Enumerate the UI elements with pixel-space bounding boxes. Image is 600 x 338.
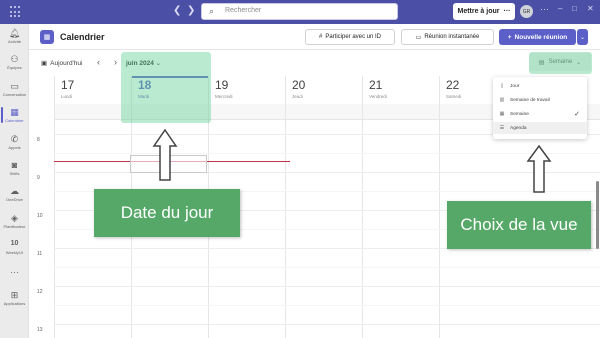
- calendar-toolbar: ▣ Aujourd'hui ‹ › juin 2024 ⌄ ▤ Semaine …: [29, 50, 600, 76]
- rail-item-activity[interactable]: 🔔︎ Activité: [0, 28, 29, 45]
- arrow-up-icon: [152, 128, 178, 181]
- today-button[interactable]: ▣ Aujourd'hui: [41, 59, 82, 68]
- half-hour-line: [54, 153, 600, 154]
- calendar-logo-icon: ▦: [40, 30, 54, 44]
- view-option-agenda[interactable]: ☰ Agenda: [493, 122, 587, 134]
- page-title: Calendrier: [60, 32, 105, 42]
- chevron-down-icon: ⌄: [579, 34, 586, 41]
- update-button[interactable]: Mettre à jour ···: [453, 3, 515, 20]
- hour-label: 9: [37, 175, 40, 181]
- app-rail: 🔔︎ Activité ⚇ Équipes ▭ Conversation ▦ C…: [0, 24, 29, 338]
- hour-label: 12: [37, 289, 43, 295]
- cloud-icon: ☁: [10, 186, 19, 196]
- rail-item-calls[interactable]: ✆ Appels: [0, 134, 29, 151]
- chat-icon: ▭: [10, 81, 19, 91]
- view-option-workweek[interactable]: ▥ Semaine de travail: [493, 94, 587, 106]
- half-hour-line: [54, 267, 600, 268]
- view-menu: ▯ Jour ▥ Semaine de travail ▦ Semaine ✓ …: [493, 77, 587, 139]
- forward-arrow-icon[interactable]: ❯: [187, 5, 195, 17]
- search-icon: ⌕: [209, 6, 215, 16]
- day-header[interactable]: 17 Lundi: [55, 76, 131, 104]
- avatar[interactable]: GR: [520, 5, 533, 18]
- phone-icon: ✆: [10, 134, 19, 144]
- update-more-icon: ···: [503, 8, 511, 15]
- maximize-icon[interactable]: □: [572, 4, 577, 13]
- day-icon: ▯: [500, 83, 504, 89]
- rail-item-apps[interactable]: ⊞ Applications: [0, 290, 29, 307]
- day-header[interactable]: 21 Vendredi: [363, 76, 439, 104]
- join-with-id-button[interactable]: # Participer avec un ID: [305, 29, 395, 45]
- new-meeting-button[interactable]: + Nouvelle réunion: [499, 29, 576, 45]
- today-highlight: [121, 52, 211, 123]
- checkmark-icon: ✓: [574, 111, 580, 118]
- hour-line: [54, 324, 600, 325]
- title-bar: ❮ ❯ ⌕ Rechercher Mettre à jour ··· GR ··…: [0, 0, 600, 24]
- plus-icon: +: [507, 33, 512, 41]
- day-header[interactable]: 19 Mercredi: [209, 76, 285, 104]
- instant-meeting-button[interactable]: ▭ Réunion instantanée: [401, 29, 494, 45]
- day-header[interactable]: 20 Jeudi: [286, 76, 362, 104]
- view-option-day[interactable]: ▯ Jour: [493, 80, 587, 92]
- rail-item-more[interactable]: ···: [0, 267, 29, 277]
- search-input[interactable]: ⌕ Rechercher: [201, 3, 398, 20]
- week-icon: ▦: [499, 111, 505, 117]
- day-column-thursday[interactable]: 20 Jeudi: [285, 76, 362, 338]
- view-annotation-label: Choix de la vue: [447, 201, 591, 249]
- rail-item-onedrive[interactable]: ☁ OneDrive: [0, 186, 29, 203]
- hash-icon: #: [318, 34, 323, 40]
- app-launcher-icon[interactable]: [10, 6, 22, 18]
- weekly10-icon: 10: [10, 240, 19, 247]
- more-options-icon[interactable]: ···: [540, 4, 549, 14]
- rail-item-chat[interactable]: ▭ Conversation: [0, 81, 29, 98]
- half-hour-line: [54, 305, 600, 306]
- video-icon: ▭: [415, 34, 422, 41]
- next-week-icon[interactable]: ›: [114, 57, 117, 67]
- new-meeting-dropdown[interactable]: ⌄: [577, 29, 588, 45]
- rail-item-teams[interactable]: ⚇ Équipes: [0, 54, 29, 71]
- hour-label: 11: [37, 251, 43, 257]
- hour-label: 10: [37, 213, 43, 219]
- workweek-icon: ▥: [499, 97, 505, 103]
- calendar-icon: ▦: [10, 107, 19, 117]
- apps-icon: ⊞: [10, 290, 19, 300]
- hour-label: 8: [37, 137, 40, 143]
- teams-icon: ⚇: [10, 54, 19, 64]
- day-column-friday[interactable]: 21 Vendredi: [362, 76, 439, 338]
- shifts-icon: ◙: [11, 160, 18, 170]
- vertical-scrollbar[interactable]: [596, 181, 599, 249]
- rail-item-shifts[interactable]: ◙ Shifts: [0, 160, 29, 177]
- agenda-icon: ☰: [499, 125, 505, 131]
- arrow-up-icon: [526, 144, 552, 193]
- view-highlight: [529, 52, 592, 74]
- rail-item-weekly10[interactable]: 10 Weekly10: [0, 239, 29, 256]
- close-icon[interactable]: ✕: [587, 4, 594, 13]
- rail-item-planner[interactable]: ◈ Planificateur: [0, 213, 29, 230]
- bell-icon: 🔔︎: [8, 28, 21, 38]
- view-option-week[interactable]: ▦ Semaine ✓: [493, 108, 587, 120]
- calendar-header: ▦ Calendrier # Participer avec un ID ▭ R…: [29, 24, 600, 50]
- previous-week-icon[interactable]: ‹: [97, 57, 100, 67]
- rail-item-calendar[interactable]: ▦ Calendrier: [0, 107, 29, 124]
- hour-label: 13: [37, 327, 43, 333]
- more-icon: ···: [10, 267, 19, 277]
- minimize-icon[interactable]: –: [558, 4, 562, 13]
- search-placeholder: Rechercher: [225, 7, 262, 14]
- hour-line: [54, 286, 600, 287]
- planner-icon: ◈: [11, 213, 18, 223]
- calendar-today-icon: ▣: [41, 60, 48, 67]
- date-annotation-label: Date du jour: [94, 189, 240, 237]
- update-label: Mettre à jour: [457, 8, 500, 15]
- back-arrow-icon[interactable]: ❮: [173, 5, 181, 17]
